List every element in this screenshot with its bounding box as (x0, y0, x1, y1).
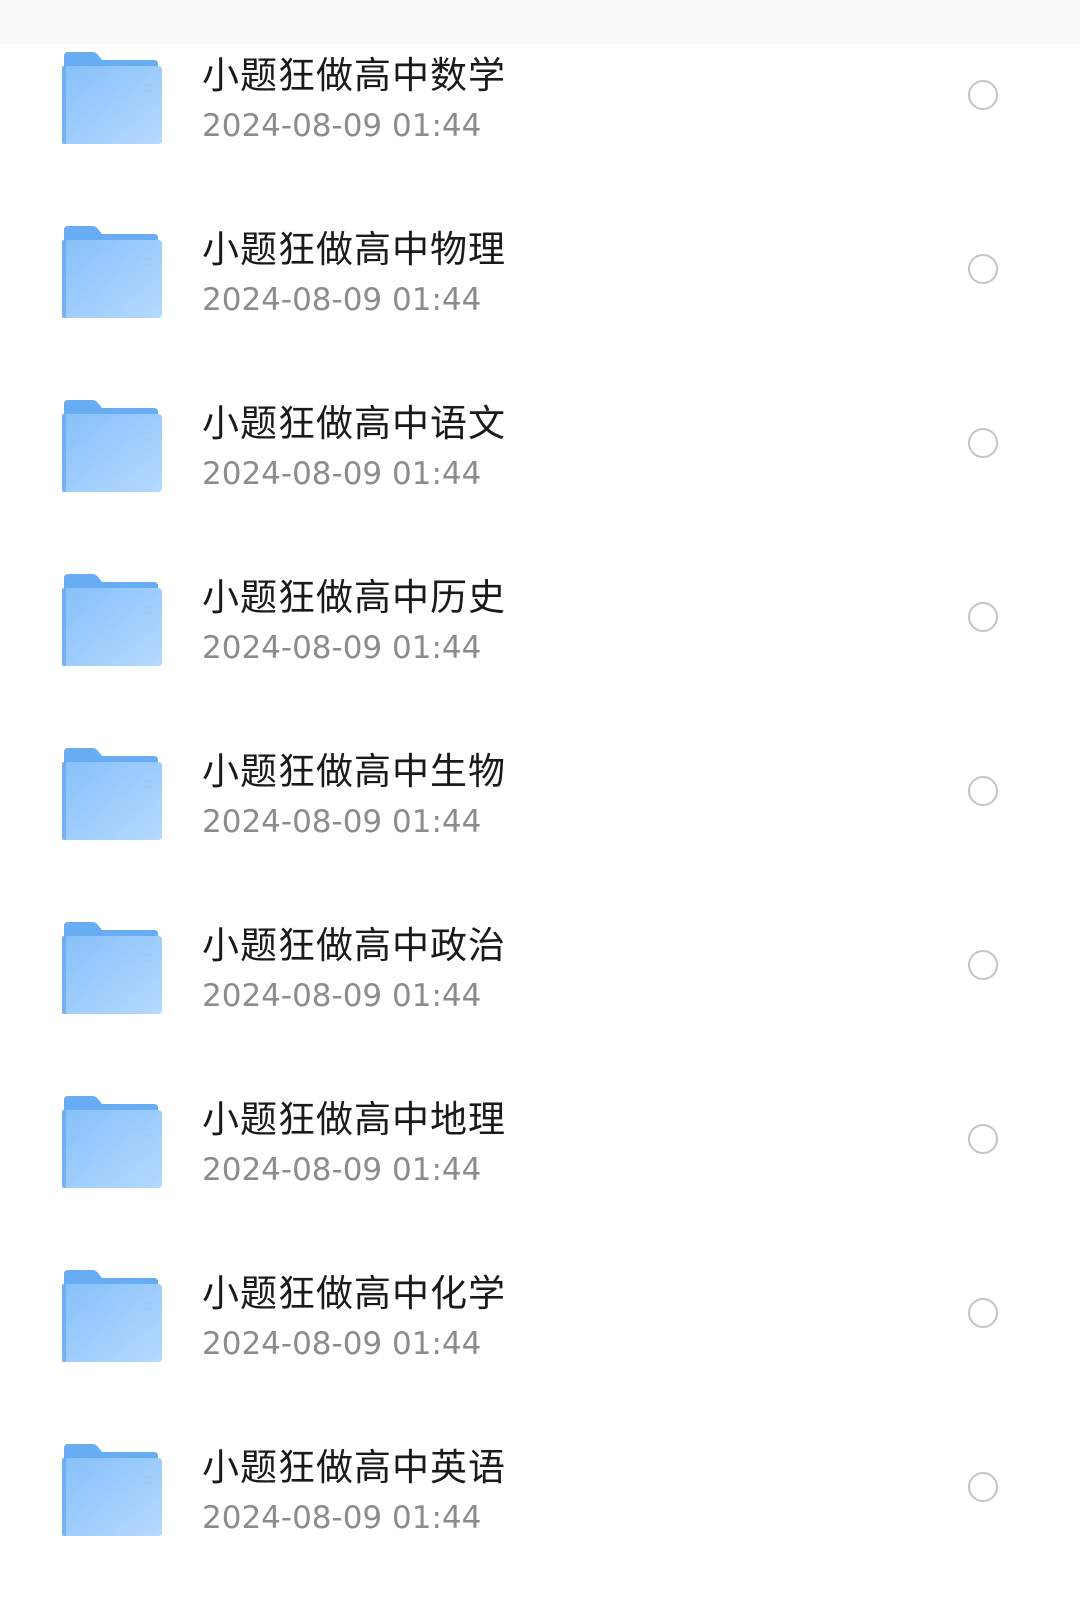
file-name: 小题狂做高中历史 (202, 576, 506, 619)
file-date: 2024-08-09 01:44 (202, 630, 482, 666)
file-name: 小题狂做高中英语 (202, 1446, 506, 1489)
folder-icon (62, 746, 162, 840)
file-date: 2024-08-09 01:44 (202, 804, 482, 840)
select-radio[interactable] (968, 602, 998, 632)
folder-icon (62, 572, 162, 666)
file-name: 小题狂做高中语文 (202, 402, 506, 445)
folder-icon (62, 224, 162, 318)
select-radio[interactable] (968, 950, 998, 980)
list-item[interactable]: 小题狂做高中数学 2024-08-09 01:44 (0, 50, 1080, 210)
list-item[interactable]: 小题狂做高中语文 2024-08-09 01:44 (0, 398, 1080, 558)
list-item[interactable]: 小题狂做高中化学 2024-08-09 01:44 (0, 1268, 1080, 1428)
file-date: 2024-08-09 01:44 (202, 978, 482, 1014)
file-date: 2024-08-09 01:44 (202, 456, 482, 492)
file-name: 小题狂做高中地理 (202, 1098, 506, 1141)
list-item[interactable]: 小题狂做高中物理 2024-08-09 01:44 (0, 224, 1080, 384)
list-item[interactable]: 小题狂做高中政治 2024-08-09 01:44 (0, 920, 1080, 1080)
select-radio[interactable] (968, 254, 998, 284)
folder-icon (62, 1442, 162, 1536)
folder-icon (62, 50, 162, 144)
file-name: 小题狂做高中数学 (202, 54, 506, 97)
file-name: 小题狂做高中物理 (202, 228, 506, 271)
list-item[interactable]: 小题狂做高中英语 2024-08-09 01:44 (0, 1442, 1080, 1602)
file-name: 小题狂做高中生物 (202, 750, 506, 793)
select-radio[interactable] (968, 1298, 998, 1328)
list-item[interactable]: 小题狂做高中地理 2024-08-09 01:44 (0, 1094, 1080, 1254)
select-radio[interactable] (968, 428, 998, 458)
top-bar (0, 0, 1080, 44)
folder-icon (62, 398, 162, 492)
list-item[interactable]: 小题狂做高中历史 2024-08-09 01:44 (0, 572, 1080, 732)
folder-icon (62, 920, 162, 1014)
select-radio[interactable] (968, 1124, 998, 1154)
select-radio[interactable] (968, 80, 998, 110)
folder-icon (62, 1094, 162, 1188)
file-date: 2024-08-09 01:44 (202, 1500, 482, 1536)
file-date: 2024-08-09 01:44 (202, 1152, 482, 1188)
file-date: 2024-08-09 01:44 (202, 1326, 482, 1362)
file-date: 2024-08-09 01:44 (202, 282, 482, 318)
list-item[interactable]: 小题狂做高中生物 2024-08-09 01:44 (0, 746, 1080, 906)
select-radio[interactable] (968, 1472, 998, 1502)
folder-icon (62, 1268, 162, 1362)
file-name: 小题狂做高中化学 (202, 1272, 506, 1315)
file-date: 2024-08-09 01:44 (202, 108, 482, 144)
file-name: 小题狂做高中政治 (202, 924, 506, 967)
select-radio[interactable] (968, 776, 998, 806)
